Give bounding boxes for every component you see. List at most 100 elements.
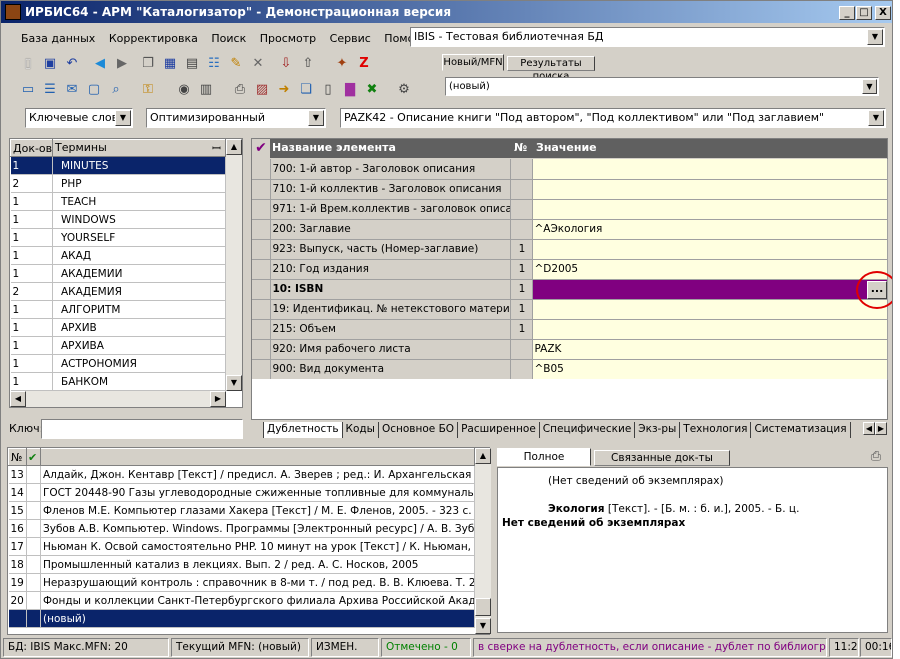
excel-icon[interactable]: ✖ — [363, 81, 381, 99]
back-icon[interactable]: ◀ — [91, 55, 109, 73]
pages-icon[interactable]: ❏ — [297, 81, 315, 99]
print-icon[interactable]: ⎙ — [231, 81, 249, 99]
page-icon[interactable]: ▯ — [319, 81, 337, 99]
col-terms[interactable]: Термины ꟷ — [52, 139, 226, 157]
chevron-down-icon[interactable]: ▼ — [115, 110, 131, 126]
minimize-button[interactable]: _ — [839, 6, 855, 20]
print-icon[interactable]: ⎙ — [867, 448, 885, 466]
new-doc-icon[interactable]: ▯ — [19, 55, 37, 73]
menu-edit[interactable]: Корректировка — [109, 32, 198, 45]
scroll-up-icon[interactable]: ▲ — [226, 139, 242, 155]
result-check[interactable] — [26, 483, 41, 502]
menu-view[interactable]: Просмотр — [260, 32, 316, 45]
element-row[interactable]: 971: 1-й Врем.коллектив - заголовок опис… — [252, 199, 888, 220]
result-check[interactable] — [26, 573, 41, 592]
element-value[interactable] — [532, 279, 888, 300]
element-value[interactable] — [532, 319, 888, 340]
menu-service[interactable]: Сервис — [330, 32, 371, 45]
folder-icon[interactable]: ▥ — [197, 81, 215, 99]
result-check[interactable] — [26, 609, 41, 628]
check-icon[interactable]: ✔ — [26, 448, 41, 466]
element-value[interactable]: ^D2005 — [532, 259, 888, 280]
menu-search[interactable]: Поиск — [211, 32, 246, 45]
term-row[interactable]: 1 АРХИВ — [10, 318, 226, 337]
scroll-up-icon[interactable]: ▲ — [475, 448, 491, 464]
scroll-left-icon[interactable]: ◀ — [10, 391, 26, 407]
element-value[interactable] — [532, 199, 888, 220]
chevron-down-icon[interactable]: ▼ — [862, 79, 877, 94]
pin-icon[interactable]: ꟷ — [212, 141, 221, 156]
save-icon[interactable]: ▣ — [41, 55, 59, 73]
mail-icon[interactable]: ✉ — [63, 81, 81, 99]
term-row[interactable]: 1 YOURSELF — [10, 228, 226, 247]
result-row[interactable]: 18 Промышленный катализ в лекциях. Вып. 2… — [8, 555, 475, 574]
tab-technology[interactable]: Технология — [680, 422, 752, 438]
element-row[interactable]: 710: 1-й коллектив - Заголовок описания — [252, 179, 888, 200]
undo-icon[interactable]: ↶ — [63, 55, 81, 73]
tab-specific[interactable]: Специфические — [540, 422, 636, 438]
term-row[interactable]: 1 MINUTES — [10, 156, 226, 175]
element-row[interactable]: 215: Объем 1 — [252, 319, 888, 340]
delete-icon[interactable]: ✕ — [249, 55, 267, 73]
import-icon[interactable]: ⇩ — [277, 55, 295, 73]
element-row[interactable]: 200: Заглавие ^AЭкология — [252, 219, 888, 240]
comment-icon[interactable]: ▭ — [19, 81, 37, 99]
z-icon[interactable]: Z — [355, 55, 373, 73]
result-check[interactable] — [26, 519, 41, 538]
tab-full-description[interactable]: Полное описание — [497, 448, 591, 479]
result-row[interactable]: 14 ГОСТ 20448-90 Газы углеводородные сжиж… — [8, 483, 475, 502]
element-row[interactable]: 920: Имя рабочего листа PAZK — [252, 339, 888, 360]
tab-new-mfn[interactable]: Новый/MFN — [442, 54, 504, 71]
chat-icon[interactable]: ▢ — [85, 81, 103, 99]
chevron-down-icon[interactable]: ▼ — [867, 29, 883, 45]
chevron-down-icon[interactable]: ▼ — [308, 110, 324, 126]
element-row[interactable]: 700: 1-й автор - Заголовок описания — [252, 159, 888, 180]
result-row[interactable]: 15 Фленов М.Е. Компьютер глазами Хакера [… — [8, 501, 475, 520]
term-row[interactable]: 2 АКАДЕМИЯ — [10, 282, 226, 301]
tab-systematization[interactable]: Систематизация — [751, 422, 851, 438]
result-check[interactable] — [26, 537, 41, 556]
result-row[interactable]: 17 Ньюман К. Освой самостоятельно PHP. 10… — [8, 537, 475, 556]
element-value[interactable]: PAZK — [532, 339, 888, 360]
tab-search-results[interactable]: Результаты поиска — [507, 56, 595, 82]
element-row[interactable]: 900: Вид документа ^B05 — [252, 359, 888, 380]
tree-icon[interactable]: ☷ — [205, 55, 223, 73]
term-row[interactable]: 1 АКАДЕМИИ — [10, 264, 226, 283]
tab-duplicates[interactable]: Дублетность — [263, 422, 343, 438]
result-row[interactable]: 19 Неразрушающий контроль : справочник в … — [8, 573, 475, 592]
term-row[interactable]: 1 АРХИВА — [10, 336, 226, 355]
result-row[interactable]: 20 Фонды и коллекции Санкт-Петербургского… — [8, 591, 475, 610]
col-result-number[interactable]: № — [8, 448, 27, 466]
tab-main[interactable]: Основное БО — [379, 422, 459, 438]
element-value[interactable] — [532, 299, 888, 320]
term-row[interactable]: 1 АЛГОРИТМ — [10, 300, 226, 319]
tab-copies[interactable]: Экз-ры — [635, 422, 681, 438]
result-check[interactable] — [26, 591, 41, 610]
result-row[interactable]: (новый) — [8, 609, 475, 628]
element-row[interactable]: 10: ISBN 1 — [252, 279, 888, 300]
worksheet-select[interactable]: PAZK42 - Описание книги "Под автором", "… — [340, 108, 886, 128]
chevron-down-icon[interactable]: ▼ — [868, 110, 884, 126]
terms-scrollbar[interactable] — [226, 139, 242, 391]
key-input[interactable] — [41, 419, 243, 439]
result-check[interactable] — [26, 465, 41, 484]
copy-icon[interactable]: ❐ — [139, 55, 157, 73]
key-icon[interactable]: ⚿ — [139, 81, 157, 99]
tab-codes[interactable]: Коды — [343, 422, 379, 438]
tab-linked-docs[interactable]: Связанные док-ты (НЕТ) — [594, 450, 730, 478]
result-check[interactable] — [26, 501, 41, 520]
element-value[interactable]: ^B05 — [532, 359, 888, 380]
checkmark-icon[interactable]: ✔ — [252, 139, 270, 158]
menu-database[interactable]: База данных — [21, 32, 95, 45]
col-result-description[interactable] — [40, 448, 475, 466]
scroll-right-icon[interactable]: ▶ — [210, 391, 226, 407]
result-row[interactable]: 16 Зубов А.В. Компьютер. Windows. Програм… — [8, 519, 475, 538]
grid-icon[interactable]: ▦ — [161, 55, 179, 73]
scroll-thumb[interactable] — [475, 598, 491, 616]
element-value[interactable] — [532, 239, 888, 260]
search-mode-select[interactable]: Оптимизированный ▼ — [146, 108, 326, 128]
term-row[interactable]: 1 АКАД — [10, 246, 226, 265]
index-select[interactable]: Ключевые слова ▼ — [25, 108, 133, 128]
settings-icon[interactable]: ⚙ — [395, 81, 413, 99]
view-icon[interactable]: ◉ — [175, 81, 193, 99]
